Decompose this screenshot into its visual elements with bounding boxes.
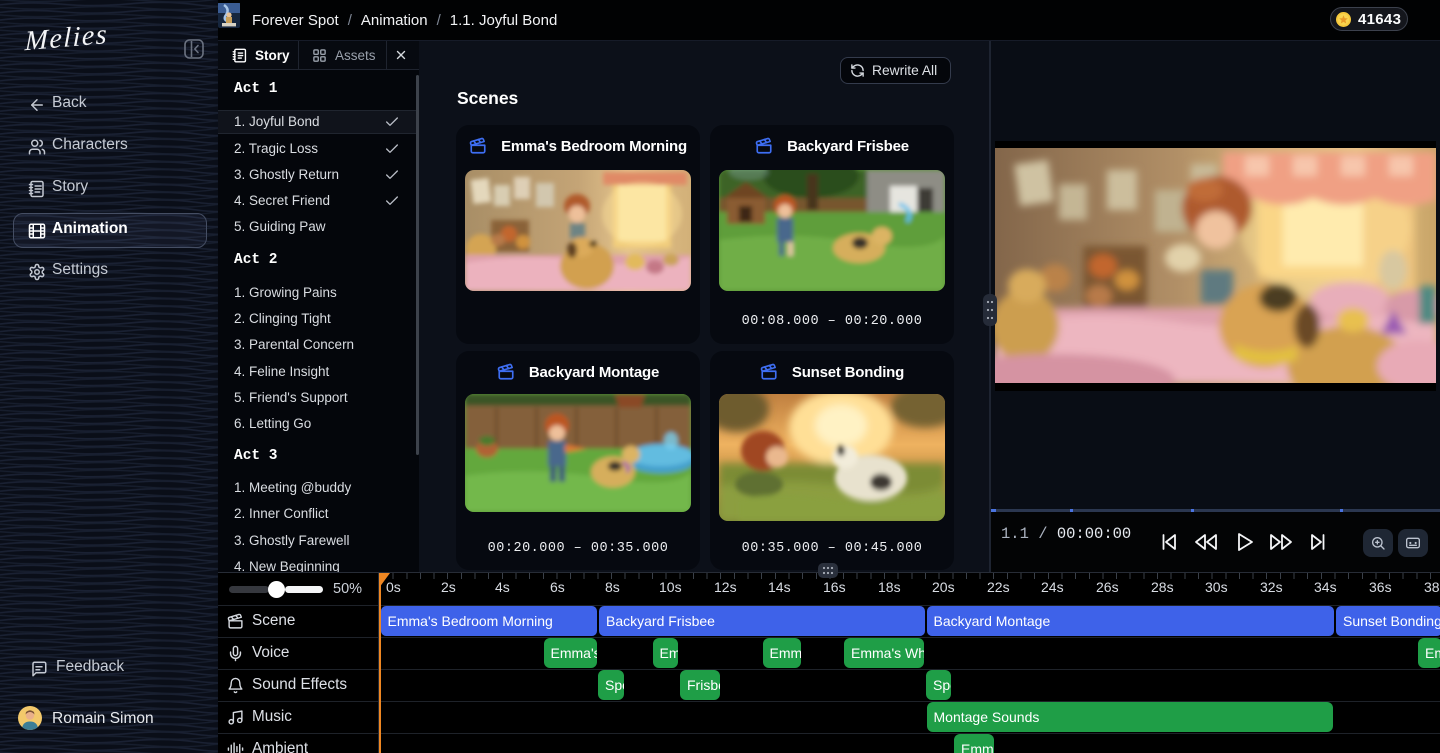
svg-text:Melies: Melies xyxy=(24,19,108,57)
